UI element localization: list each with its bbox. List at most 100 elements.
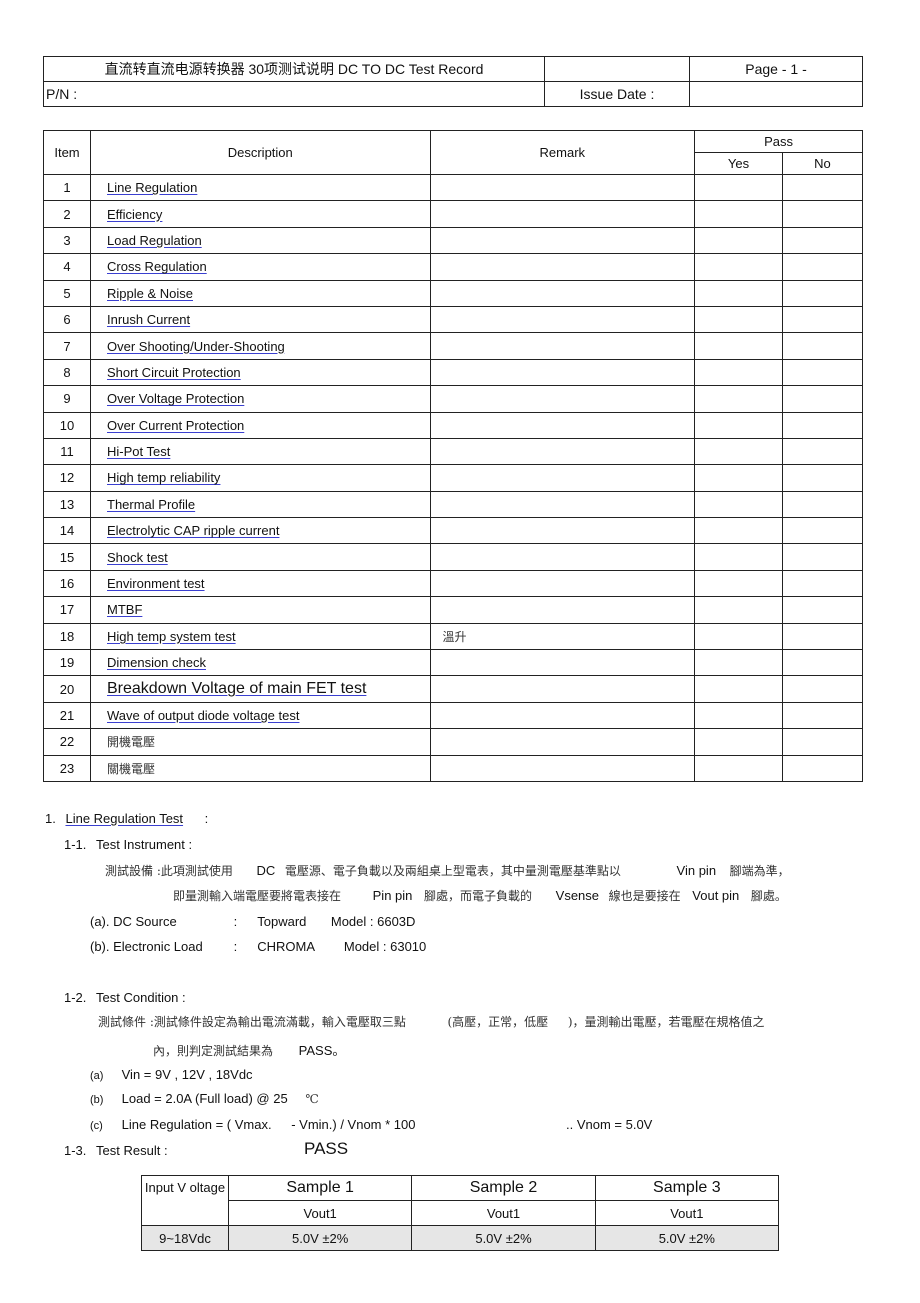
item-number: 17 — [43, 596, 91, 624]
description-link[interactable]: Inrush Current — [107, 312, 198, 327]
item-description: Hi-Pot Test — [90, 437, 431, 466]
text: 腳端為準， — [729, 864, 790, 878]
pass-no-cell — [781, 754, 864, 782]
sample-2-value: 5.0V ±2% — [411, 1225, 596, 1251]
description-link[interactable]: Over Current Protection — [107, 418, 252, 433]
item-number: 8 — [43, 358, 91, 387]
text: PASS。 — [298, 1043, 346, 1058]
description-link[interactable]: Thermal Profile — [107, 497, 203, 512]
marker: (b) — [90, 1094, 104, 1106]
table-row: 10 Over Current Protection — [43, 411, 864, 439]
item-remark — [429, 569, 696, 598]
subsection-number: 1-3. — [64, 1143, 87, 1158]
description-link[interactable]: Electrolytic CAP ripple current — [107, 523, 287, 538]
result-heading: 1-3. Test Result : — [64, 1143, 168, 1158]
text: Vout pin — [692, 888, 740, 903]
header-blank-cell — [544, 56, 690, 82]
description-link[interactable]: Environment test — [107, 576, 213, 591]
text: DC — [256, 863, 276, 878]
condition-heading: 1-2. Test Condition : — [64, 990, 186, 1005]
pass-yes-cell — [694, 517, 783, 545]
item-number: 20 — [43, 675, 91, 703]
description-link[interactable]: Cross Regulation — [107, 259, 215, 274]
document-header: 直流转直流电源转换器 30项测试说明 DC TO DC Test Record … — [43, 56, 863, 107]
item-description: Over Shooting/Under-Shooting — [90, 332, 431, 360]
text: 腳處，而電子負載的 — [424, 889, 533, 903]
description-link[interactable]: Efficiency — [107, 207, 170, 222]
text: Vsense — [555, 888, 600, 903]
item-remark — [429, 279, 696, 307]
item-remark — [429, 490, 696, 519]
item-number: 4 — [43, 253, 91, 281]
text: 電壓源、電子負載以及兩組桌上型電表，其中量測電壓基準點以 — [284, 864, 621, 878]
item-description: Electrolytic CAP ripple current — [90, 517, 431, 545]
table-row: 17 MTBF — [43, 596, 864, 624]
pass-yes-cell — [694, 649, 783, 677]
col-input-voltage: Input V oltage — [141, 1175, 229, 1226]
item-description: Load Regulation — [90, 226, 431, 255]
item-description: Over Voltage Protection — [90, 385, 431, 413]
col-pass: Pass — [694, 130, 863, 153]
description-link[interactable]: Short Circuit Protection — [107, 365, 249, 380]
description-link[interactable]: Over Shooting/Under-Shooting — [107, 339, 293, 354]
label: (a). DC Source — [90, 914, 177, 929]
section-heading: 1. Line Regulation Test : — [45, 811, 208, 826]
pass-no-cell — [781, 596, 864, 624]
item-remark — [429, 173, 696, 202]
pass-yes-cell — [694, 332, 783, 360]
brand: CHROMA — [257, 939, 316, 954]
description-link[interactable]: High temp reliability — [107, 470, 228, 485]
text: 測試條件 :測試條件設定為輸出電流滿載，輸入電壓取三點 — [98, 1015, 406, 1029]
description-link[interactable]: Wave of output diode voltage test — [107, 708, 307, 723]
item-remark — [429, 517, 696, 545]
instrument-desc-line2: 即量測輸入端電壓要將電表接在 Pin pin 腳處，而電子負載的 Vsense … — [173, 887, 787, 904]
model: Model : 63010 — [343, 939, 427, 954]
item-number: 10 — [43, 411, 91, 439]
pass-yes-cell — [694, 596, 783, 624]
instrument-heading: 1-1. Test Instrument : — [64, 837, 192, 852]
pass-no-cell — [781, 253, 864, 281]
item-remark — [429, 596, 696, 624]
description-link[interactable]: High temp system test — [107, 629, 244, 644]
pass-no-cell — [781, 279, 864, 307]
item-number: 14 — [43, 517, 91, 545]
pass-yes-cell — [694, 226, 783, 255]
description-link[interactable]: Ripple & Noise — [107, 286, 201, 301]
table-row: 13 Thermal Profile — [43, 490, 864, 519]
sample-1-value: 5.0V ±2% — [227, 1225, 413, 1251]
pass-no-cell — [781, 358, 864, 387]
pass-no-cell — [781, 305, 864, 334]
item-description: Cross Regulation — [90, 253, 431, 281]
item-number: 2 — [43, 200, 91, 228]
item-number: 22 — [43, 728, 91, 756]
pass-no-cell — [781, 517, 864, 545]
item-remark — [429, 200, 696, 228]
item-remark — [429, 411, 696, 439]
item-number: 15 — [43, 543, 91, 571]
pass-yes-cell — [694, 253, 783, 281]
description-link[interactable]: Shock test — [107, 550, 176, 565]
pass-no-cell — [781, 490, 864, 519]
section-colon: : — [204, 811, 209, 826]
description-link[interactable]: Hi-Pot Test — [107, 444, 178, 459]
item-number: 21 — [43, 701, 91, 730]
table-row: 7 Over Shooting/Under-Shooting — [43, 332, 864, 360]
marker: (a) — [90, 1070, 104, 1082]
col-pass-yes: Yes — [694, 152, 783, 175]
item-remark — [429, 253, 696, 281]
col-pass-no: No — [781, 152, 864, 175]
description-link[interactable]: Breakdown Voltage of main FET test — [107, 680, 366, 697]
description-link[interactable]: MTBF — [107, 602, 150, 617]
item-remark — [429, 437, 696, 466]
description-link[interactable]: Load Regulation — [107, 233, 210, 248]
section-title-link[interactable]: Line Regulation Test — [65, 811, 191, 826]
subsection-title: Test Result : — [96, 1143, 168, 1158]
subsection-title: Test Instrument : — [96, 837, 193, 852]
col-item: Item — [43, 130, 91, 175]
description-link[interactable]: Over Voltage Protection — [107, 391, 252, 406]
item-description: Thermal Profile — [90, 490, 431, 519]
description-link[interactable]: Dimension check — [107, 655, 214, 670]
item-description: Dimension check — [90, 649, 431, 677]
description-link[interactable]: Line Regulation — [107, 180, 205, 195]
pass-yes-cell — [694, 385, 783, 413]
